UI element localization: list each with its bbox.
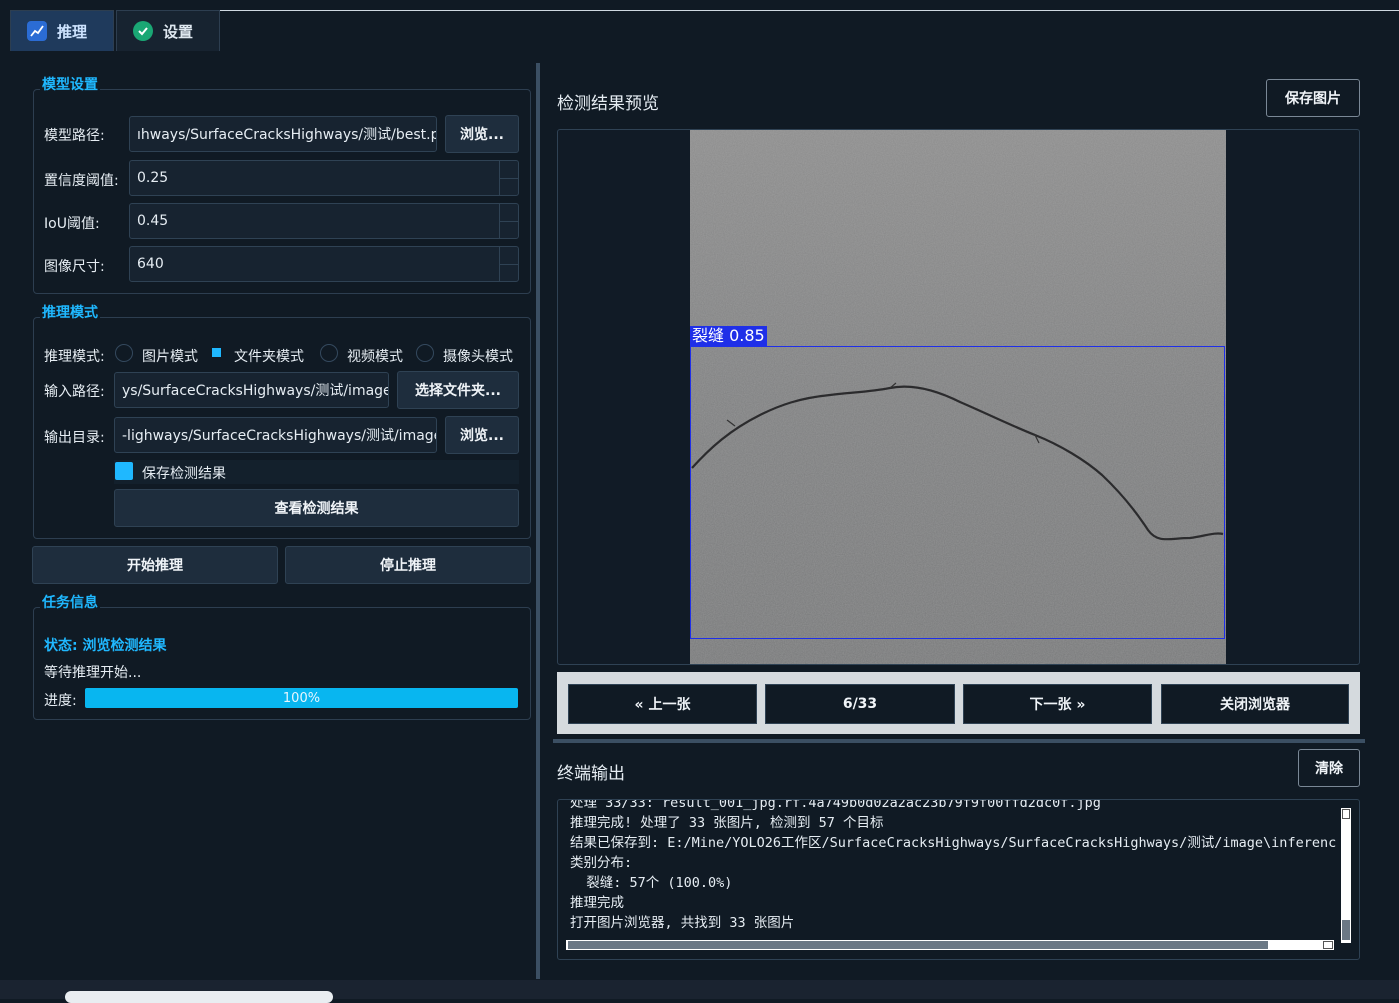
input-path-label: 输入路径: — [44, 384, 105, 400]
radio-folder-mode[interactable] — [208, 344, 226, 362]
prev-image-button[interactable]: « 上一张 — [568, 684, 757, 724]
terminal-line: 裂缝: 57个 (100.0%) — [570, 875, 733, 891]
close-browser-button[interactable]: 关闭浏览器 — [1161, 684, 1349, 724]
model-settings-title: 模型设置 — [40, 74, 100, 94]
mode-label: 推理模式: — [44, 349, 105, 365]
terminal-output[interactable]: 处理 33/33: result_001_jpg.rf.4a749b0d02a2… — [557, 799, 1360, 960]
conf-spinbox[interactable]: 0.25 — [129, 160, 519, 196]
panel-splitter[interactable] — [536, 63, 540, 979]
size-spin-arrows[interactable] — [499, 247, 518, 281]
terminal-line: 类别分布: — [570, 855, 633, 871]
start-inference-button[interactable]: 开始推理 — [32, 546, 278, 584]
output-dir-input[interactable]: -lighways/SurfaceCracksHighways/测试/image — [114, 417, 437, 453]
iou-spin-arrows[interactable] — [499, 204, 518, 238]
preview-image: 裂缝 0.85 — [690, 130, 1226, 664]
detection-box — [690, 346, 1225, 639]
save-image-button[interactable]: 保存图片 — [1266, 79, 1360, 117]
terminal-line: 结果已保存到: E:/Mine/YOLO26工作区/SurfaceCracksH… — [570, 835, 1337, 851]
preview-title: 检测结果预览 — [557, 94, 659, 114]
tab-label: 设置 — [163, 22, 194, 41]
scroll-up-arrow-icon[interactable] — [1342, 809, 1350, 819]
terminal-line: 推理完成 — [570, 895, 624, 911]
top-border — [220, 10, 1399, 11]
model-path-input[interactable]: ıhways/SurfaceCracksHighways/测试/best.pt — [129, 116, 437, 152]
waiting-text: 等待推理开始... — [44, 665, 142, 681]
progress-bar: 100% — [85, 688, 518, 708]
next-image-button[interactable]: 下一张 » — [963, 684, 1152, 724]
model-path-label: 模型路径: — [44, 128, 105, 144]
image-size-label: 图像尺寸: — [44, 259, 105, 275]
save-results-checkbox[interactable] — [115, 462, 133, 480]
check-badge-icon — [133, 21, 153, 41]
radio-camera-mode-label[interactable]: 摄像头模式 — [443, 346, 513, 366]
scroll-right-arrow-icon[interactable] — [1323, 941, 1333, 949]
terminal-title: 终端输出 — [557, 764, 625, 784]
radio-video-mode-label[interactable]: 视频模式 — [347, 346, 403, 366]
iou-spinbox[interactable]: 0.45 — [129, 203, 519, 239]
hscroll-thumb[interactable] — [568, 941, 1268, 949]
model-browse-button[interactable]: 浏览... — [445, 115, 519, 153]
status-text: 状态: 浏览检测结果 — [44, 638, 167, 654]
conf-spin-arrows[interactable] — [499, 161, 518, 195]
chart-icon — [27, 21, 47, 41]
radio-camera-mode[interactable] — [416, 344, 434, 362]
progress-text: 100% — [282, 690, 321, 706]
task-info-title: 任务信息 — [40, 592, 100, 612]
input-path-input[interactable]: ys/SurfaceCracksHighways/测试/image — [114, 372, 389, 408]
tab-label: 推理 — [57, 22, 88, 41]
terminal-line: 处理 33/33: result_001_jpg.rf.4a749b0d02a2… — [570, 799, 1101, 811]
terminal-vscrollbar[interactable] — [1341, 808, 1351, 943]
vscroll-thumb[interactable] — [1342, 920, 1350, 940]
save-results-label[interactable]: 保存检测结果 — [142, 463, 226, 483]
output-dir-label: 输出目录: — [44, 430, 105, 446]
inference-mode-title: 推理模式 — [40, 302, 100, 322]
clear-button[interactable]: 清除 — [1298, 749, 1360, 787]
stop-inference-button[interactable]: 停止推理 — [285, 546, 531, 584]
iou-label: IoU阈值: — [44, 216, 100, 232]
radio-image-mode[interactable] — [115, 344, 133, 362]
detection-label: 裂缝 0.85 — [690, 326, 767, 346]
radio-folder-mode-label[interactable]: 文件夹模式 — [234, 346, 304, 366]
conf-label: 置信度阈值: — [44, 173, 119, 189]
terminal-hscrollbar[interactable] — [566, 940, 1334, 950]
terminal-line: 打开图片浏览器, 共找到 33 张图片 — [570, 915, 795, 931]
taskbar-search-box[interactable] — [65, 991, 333, 1003]
vertical-splitter[interactable] — [553, 739, 1365, 743]
terminal-line: 推理完成! 处理了 33 张图片, 检测到 57 个目标 — [570, 815, 884, 831]
tab-inference[interactable]: 推理 — [10, 10, 114, 51]
view-results-button[interactable]: 查看检测结果 — [114, 489, 519, 527]
radio-video-mode[interactable] — [320, 344, 338, 362]
progress-label: 进度: — [44, 693, 77, 709]
radio-image-mode-label[interactable]: 图片模式 — [142, 346, 198, 366]
select-folder-button[interactable]: 选择文件夹... — [397, 371, 519, 409]
tab-settings[interactable]: 设置 — [116, 10, 220, 51]
output-browse-button[interactable]: 浏览... — [445, 416, 519, 454]
image-size-spinbox[interactable]: 640 — [129, 246, 519, 282]
image-counter: 6/33 — [765, 684, 955, 724]
